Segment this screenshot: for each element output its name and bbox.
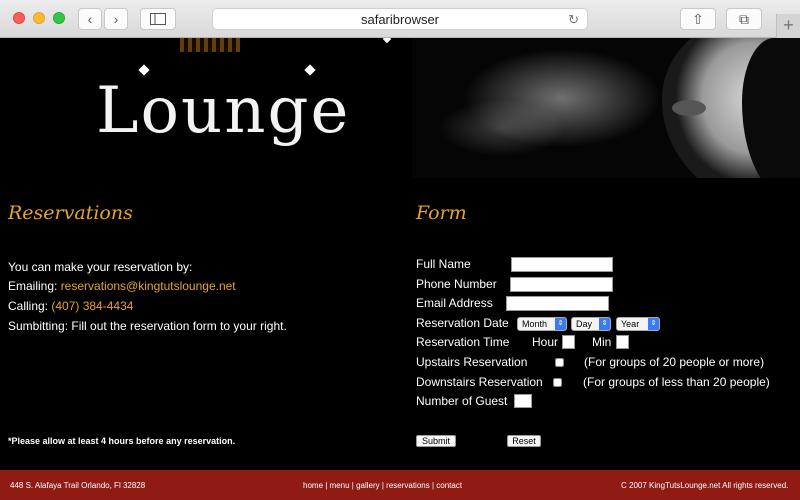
reservation-intro: You can make your reservation by:	[8, 260, 193, 274]
min-label: Min	[592, 335, 612, 349]
back-button[interactable]: ‹	[78, 8, 102, 30]
hero-hair	[742, 38, 800, 178]
footer-nav-links[interactable]: home | menu | gallery | reservations | c…	[303, 481, 462, 490]
forward-button[interactable]: ›	[104, 8, 128, 30]
address-bar[interactable]: safaribrowser ↻	[212, 8, 588, 30]
email-label: Emailing:	[8, 279, 61, 293]
logo-ornament	[180, 38, 240, 52]
chevron-updown-icon: ⇕	[599, 318, 610, 330]
site-footer: 448 S. Alafaya Trail Orlando, Fl 32828 h…	[0, 470, 800, 500]
phone-link[interactable]: (407) 384-4434	[51, 299, 133, 313]
phone-line: Calling: (407) 384-4434	[8, 299, 133, 313]
month-select-value: Month	[522, 319, 548, 329]
submit-instructions: Sumbitting: Fill out the reservation for…	[8, 319, 287, 333]
minimize-window-button[interactable]	[33, 12, 45, 24]
upstairs-checkbox[interactable]	[555, 358, 564, 367]
reservation-date-label: Reservation Date	[416, 316, 509, 330]
logo-diamond-top	[382, 38, 392, 44]
downstairs-label: Downstairs Reservation	[416, 375, 543, 389]
downstairs-note: (For groups of less than 20 people)	[583, 375, 770, 389]
full-name-input[interactable]	[511, 257, 613, 272]
downstairs-checkbox[interactable]	[553, 378, 562, 387]
share-icon: ⇧	[692, 10, 704, 27]
zoom-window-button[interactable]	[53, 12, 65, 24]
tabs-icon: ⧉	[739, 10, 749, 27]
month-select[interactable]: Month ⇕	[517, 317, 567, 331]
browser-toolbar: ‹ › safaribrowser ↻ ⇧ ⧉ +	[0, 0, 800, 38]
upstairs-label: Upstairs Reservation	[416, 355, 528, 369]
guests-label: Number of Guest	[416, 394, 508, 408]
new-tab-button[interactable]: +	[776, 14, 800, 38]
email-address-label: Email Address	[416, 296, 493, 310]
footer-copyright: C 2007 KingTutsLounge.net All rights res…	[621, 481, 789, 490]
guests-input[interactable]	[514, 394, 532, 408]
day-select[interactable]: Day ⇕	[571, 317, 611, 331]
site-logo[interactable]: Lounge	[96, 74, 350, 148]
chevron-right-icon: ›	[113, 11, 119, 27]
share-button[interactable]: ⇧	[680, 8, 716, 30]
phone-number-label: Phone Number	[416, 277, 497, 291]
hero-photo	[412, 38, 800, 178]
sidebar-button[interactable]	[140, 8, 176, 30]
hero-lips	[672, 100, 706, 116]
plus-icon: +	[783, 15, 794, 35]
chevron-updown-icon: ⇕	[648, 318, 659, 330]
email-address-input[interactable]	[506, 296, 609, 311]
address-text: safaribrowser	[360, 11, 440, 27]
full-name-label: Full Name	[416, 257, 471, 271]
year-select-value: Year	[621, 319, 640, 329]
tabs-button[interactable]: ⧉	[726, 8, 762, 30]
min-input[interactable]	[616, 335, 629, 349]
hour-label: Hour	[532, 335, 559, 349]
year-select[interactable]: Year ⇕	[616, 317, 660, 331]
form-heading: Form	[416, 202, 467, 224]
reload-icon[interactable]: ↻	[568, 12, 579, 28]
footer-address: 448 S. Alafaya Trail Orlando, Fl 32828	[10, 481, 146, 490]
sidebar-icon	[150, 13, 166, 25]
hour-input[interactable]	[562, 335, 575, 349]
day-select-value: Day	[576, 319, 593, 329]
web-page: Lounge Reservations You can make your re…	[0, 38, 800, 500]
email-link[interactable]: reservations@kingtutslounge.net	[61, 279, 236, 293]
reservation-notice: *Please allow at least 4 hours before an…	[8, 436, 236, 446]
reservations-heading: Reservations	[8, 202, 133, 224]
email-line: Emailing: reservations@kingtutslounge.ne…	[8, 279, 236, 293]
upstairs-note: (For groups of 20 people or more)	[584, 355, 765, 369]
submit-button[interactable]: Submit	[416, 435, 456, 447]
phone-label: Calling:	[8, 299, 52, 313]
reset-button[interactable]: Reset	[507, 435, 541, 447]
chevron-updown-icon: ⇕	[555, 318, 566, 330]
reservation-time-label: Reservation Time	[416, 335, 510, 349]
close-window-button[interactable]	[13, 12, 25, 24]
chevron-left-icon: ‹	[87, 11, 93, 27]
phone-number-input[interactable]	[510, 277, 613, 292]
